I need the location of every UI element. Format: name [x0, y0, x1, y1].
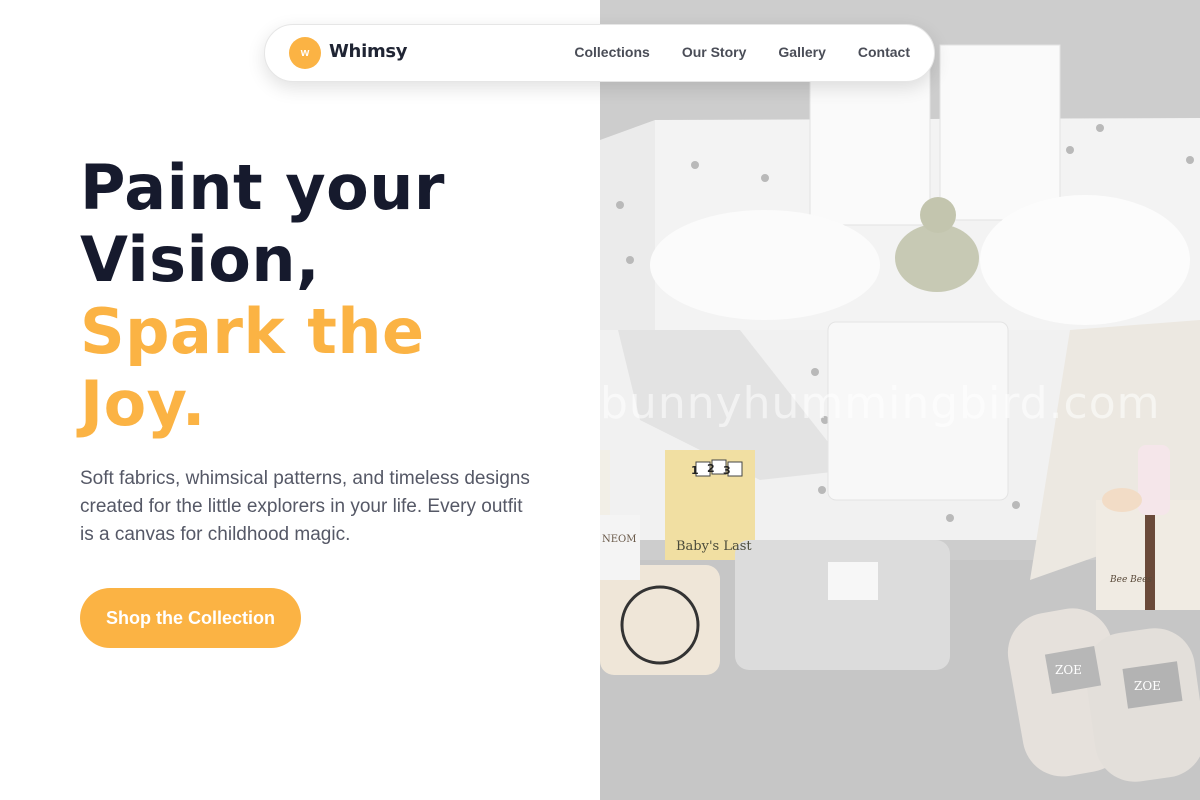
blanket-brand-1: ZOE [1055, 663, 1082, 677]
book-number-2: 2 [707, 462, 715, 475]
shop-collection-button[interactable]: Shop the Collection [80, 588, 301, 648]
jar-label: NEOM [602, 534, 637, 545]
headline-line-3: Spark the [80, 295, 425, 368]
tin-label: Bee Bees [1109, 575, 1152, 585]
hero-left-panel: Paint your Vision, Spark the Joy. Soft f… [0, 0, 600, 800]
hero-photo: 1 2 3 Baby's Last Bee Bees ZOE ZOE NEOM … [600, 0, 1200, 800]
nav-link-gallery[interactable]: Gallery [778, 44, 825, 60]
logo-badge[interactable]: w [289, 37, 321, 69]
book-number-1: 1 [691, 464, 699, 477]
top-nav: w Whimsy Collections Our Story Gallery C… [264, 24, 935, 82]
nav-link-collections[interactable]: Collections [574, 44, 649, 60]
brand-name[interactable]: Whimsy [329, 41, 408, 62]
photo-watermark: bunnyhummingbird.com [600, 378, 1161, 429]
book-title: Baby's Last [676, 539, 752, 554]
headline-line-1: Paint your [80, 151, 445, 224]
blanket-brand-2: ZOE [1134, 679, 1161, 693]
headline-line-2: Vision, [80, 223, 321, 296]
hero-headline: Paint your Vision, Spark the Joy. [80, 152, 580, 440]
nav-link-contact[interactable]: Contact [858, 44, 910, 60]
nav-link-our-story[interactable]: Our Story [682, 44, 747, 60]
headline-line-4: Joy. [80, 367, 206, 440]
book-number-3: 3 [723, 464, 731, 477]
hero-subtext: Soft fabrics, whimsical patterns, and ti… [80, 468, 530, 545]
nav-links: Collections Our Story Gallery Contact [574, 44, 910, 60]
